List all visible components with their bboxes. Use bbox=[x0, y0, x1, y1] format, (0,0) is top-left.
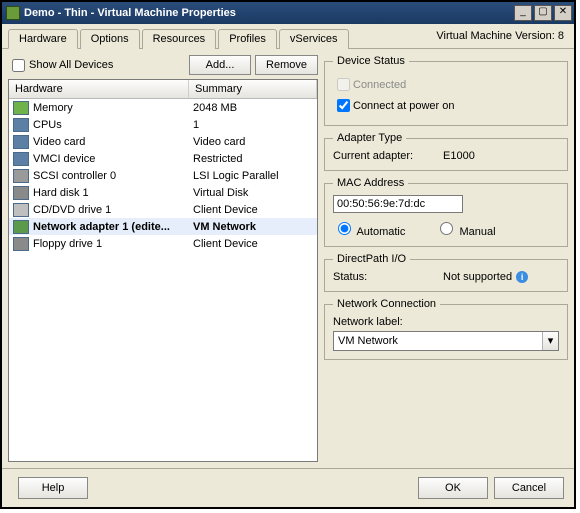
device-status-legend: Device Status bbox=[333, 55, 409, 67]
window-title: Demo - Thin - Virtual Machine Properties bbox=[24, 7, 514, 19]
col-summary[interactable]: Summary bbox=[189, 80, 317, 98]
vm-properties-window: Demo - Thin - Virtual Machine Properties… bbox=[0, 0, 576, 509]
tab-resources[interactable]: Resources bbox=[142, 29, 217, 49]
network-label-combo[interactable]: VM Network ▾ bbox=[333, 331, 559, 351]
show-all-checkbox[interactable] bbox=[12, 59, 25, 72]
network-label-text: Network label: bbox=[333, 316, 559, 328]
device-icon bbox=[13, 135, 29, 149]
row-summary: Client Device bbox=[193, 238, 313, 250]
device-icon bbox=[13, 203, 29, 217]
network-connection-group: Network Connection Network label: VM Net… bbox=[324, 298, 568, 360]
chevron-down-icon[interactable]: ▾ bbox=[542, 332, 558, 350]
directpath-group: DirectPath I/O Status: Not supported i bbox=[324, 253, 568, 292]
hardware-grid: Hardware Summary Memory2048 MBCPUs1Video… bbox=[8, 79, 318, 462]
titlebar: Demo - Thin - Virtual Machine Properties… bbox=[2, 2, 574, 24]
info-icon[interactable]: i bbox=[516, 271, 528, 283]
device-icon bbox=[13, 220, 29, 234]
row-hardware: Video card bbox=[33, 136, 193, 148]
maximize-button[interactable]: ▢ bbox=[534, 5, 552, 21]
directpath-legend: DirectPath I/O bbox=[333, 253, 410, 265]
connected-checkbox bbox=[337, 78, 350, 91]
device-icon bbox=[13, 101, 29, 115]
content-area: Show All Devices Add... Remove Hardware … bbox=[2, 49, 574, 468]
table-row[interactable]: Hard disk 1Virtual Disk bbox=[9, 184, 317, 201]
row-hardware: Floppy drive 1 bbox=[33, 238, 193, 250]
row-summary: Video card bbox=[193, 136, 313, 148]
app-icon bbox=[6, 6, 20, 20]
adapter-type-value: E1000 bbox=[443, 150, 475, 162]
add-button[interactable]: Add... bbox=[189, 55, 251, 75]
left-panel: Show All Devices Add... Remove Hardware … bbox=[8, 55, 318, 462]
mac-auto-label: Automatic bbox=[356, 226, 405, 238]
device-icon bbox=[13, 237, 29, 251]
window-controls: _ ▢ ✕ bbox=[514, 5, 572, 21]
row-hardware: Hard disk 1 bbox=[33, 187, 193, 199]
table-row[interactable]: CPUs1 bbox=[9, 116, 317, 133]
mac-manual-option[interactable]: Manual bbox=[435, 219, 495, 238]
close-button[interactable]: ✕ bbox=[554, 5, 572, 21]
row-summary: VM Network bbox=[193, 221, 313, 233]
table-row[interactable]: Network adapter 1 (edite...VM Network bbox=[9, 218, 317, 235]
row-summary: 1 bbox=[193, 119, 313, 131]
tab-bar: Hardware Options Resources Profiles vSer… bbox=[2, 24, 574, 49]
help-button[interactable]: Help bbox=[18, 477, 88, 499]
mac-address-group: MAC Address Automatic Manual bbox=[324, 177, 568, 247]
row-summary: LSI Logic Parallel bbox=[193, 170, 313, 182]
device-status-group: Device Status Connected Connect at power… bbox=[324, 55, 568, 126]
table-row[interactable]: VMCI deviceRestricted bbox=[9, 150, 317, 167]
table-row[interactable]: Memory2048 MB bbox=[9, 99, 317, 116]
row-hardware: Memory bbox=[33, 102, 193, 114]
row-summary: Virtual Disk bbox=[193, 187, 313, 199]
network-connection-legend: Network Connection bbox=[333, 298, 440, 310]
row-summary: Client Device bbox=[193, 204, 313, 216]
mac-auto-option[interactable]: Automatic bbox=[333, 219, 405, 238]
device-icon bbox=[13, 169, 29, 183]
connected-label: Connected bbox=[353, 79, 406, 91]
table-row[interactable]: Floppy drive 1Client Device bbox=[9, 235, 317, 252]
col-hardware[interactable]: Hardware bbox=[9, 80, 189, 98]
table-row[interactable]: CD/DVD drive 1Client Device bbox=[9, 201, 317, 218]
tab-vservices[interactable]: vServices bbox=[279, 29, 349, 49]
grid-header: Hardware Summary bbox=[9, 80, 317, 99]
mac-manual-label: Manual bbox=[459, 226, 495, 238]
row-hardware: VMCI device bbox=[33, 153, 193, 165]
row-hardware: CPUs bbox=[33, 119, 193, 131]
row-summary: Restricted bbox=[193, 153, 313, 165]
adapter-type-legend: Adapter Type bbox=[333, 132, 406, 144]
minimize-button[interactable]: _ bbox=[514, 5, 532, 21]
device-icon bbox=[13, 186, 29, 200]
right-panel: Device Status Connected Connect at power… bbox=[324, 55, 568, 462]
directpath-value: Not supported bbox=[443, 271, 512, 283]
dialog-buttons: Help OK Cancel bbox=[2, 468, 574, 507]
ok-button[interactable]: OK bbox=[418, 477, 488, 499]
tab-profiles[interactable]: Profiles bbox=[218, 29, 277, 49]
device-icon bbox=[13, 152, 29, 166]
row-hardware: SCSI controller 0 bbox=[33, 170, 193, 182]
device-icon bbox=[13, 118, 29, 132]
row-hardware: Network adapter 1 (edite... bbox=[33, 221, 193, 233]
mac-auto-radio[interactable] bbox=[338, 222, 351, 235]
device-toolbar: Show All Devices Add... Remove bbox=[8, 55, 318, 75]
remove-button[interactable]: Remove bbox=[255, 55, 318, 75]
table-row[interactable]: Video cardVideo card bbox=[9, 133, 317, 150]
directpath-label: Status: bbox=[333, 271, 443, 283]
table-row[interactable]: SCSI controller 0LSI Logic Parallel bbox=[9, 167, 317, 184]
row-summary: 2048 MB bbox=[193, 102, 313, 114]
tab-hardware[interactable]: Hardware bbox=[8, 29, 78, 49]
network-label-value: VM Network bbox=[334, 335, 542, 347]
grid-body: Memory2048 MBCPUs1Video cardVideo cardVM… bbox=[9, 99, 317, 461]
adapter-type-group: Adapter Type Current adapter: E1000 bbox=[324, 132, 568, 171]
connect-poweron-label: Connect at power on bbox=[353, 100, 455, 112]
mac-manual-radio[interactable] bbox=[440, 222, 453, 235]
adapter-type-label: Current adapter: bbox=[333, 150, 443, 162]
show-all-label: Show All Devices bbox=[29, 59, 113, 71]
mac-address-input[interactable] bbox=[333, 195, 463, 213]
row-hardware: CD/DVD drive 1 bbox=[33, 204, 193, 216]
connect-poweron-checkbox[interactable] bbox=[337, 99, 350, 112]
cancel-button[interactable]: Cancel bbox=[494, 477, 564, 499]
tab-options[interactable]: Options bbox=[80, 29, 140, 49]
vm-version-label: Virtual Machine Version: 8 bbox=[436, 30, 564, 42]
mac-address-legend: MAC Address bbox=[333, 177, 408, 189]
